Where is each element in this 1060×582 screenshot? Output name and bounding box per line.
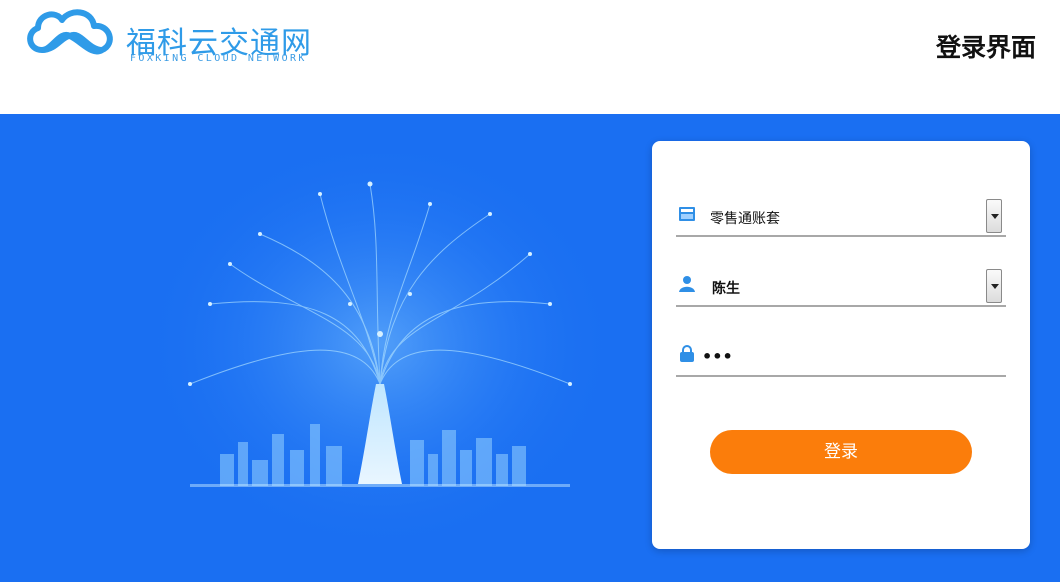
password-value: ••• — [702, 347, 733, 366]
header: 福科云交通网 FOXKING CLOUD NETWORK 登录界面 — [0, 0, 1060, 114]
account-set-value: 零售通账套 — [710, 211, 780, 227]
hero-banner: 零售通账套 陈生 ••• 登录 — [0, 114, 1060, 582]
login-button[interactable]: 登录 — [710, 430, 972, 474]
cloud-logo-icon — [27, 9, 113, 55]
logo: 福科云交通网 FOXKING CLOUD NETWORK — [22, 6, 311, 68]
username-select[interactable]: 陈生 — [676, 269, 1006, 307]
username-dropdown-button[interactable] — [986, 269, 1002, 303]
logo-subtitle: FOXKING CLOUD NETWORK — [130, 53, 307, 64]
page-title: 登录界面 — [935, 33, 1036, 62]
login-card: 零售通账套 陈生 ••• 登录 — [652, 141, 1030, 549]
tech-tree-illustration — [140, 154, 620, 554]
user-icon — [679, 276, 695, 292]
password-field[interactable]: ••• — [676, 339, 1006, 377]
store-icon — [679, 207, 695, 221]
username-value: 陈生 — [712, 281, 740, 297]
lock-icon — [680, 345, 694, 362]
account-set-select[interactable]: 零售通账套 — [676, 199, 1006, 237]
account-set-dropdown-button[interactable] — [986, 199, 1002, 233]
